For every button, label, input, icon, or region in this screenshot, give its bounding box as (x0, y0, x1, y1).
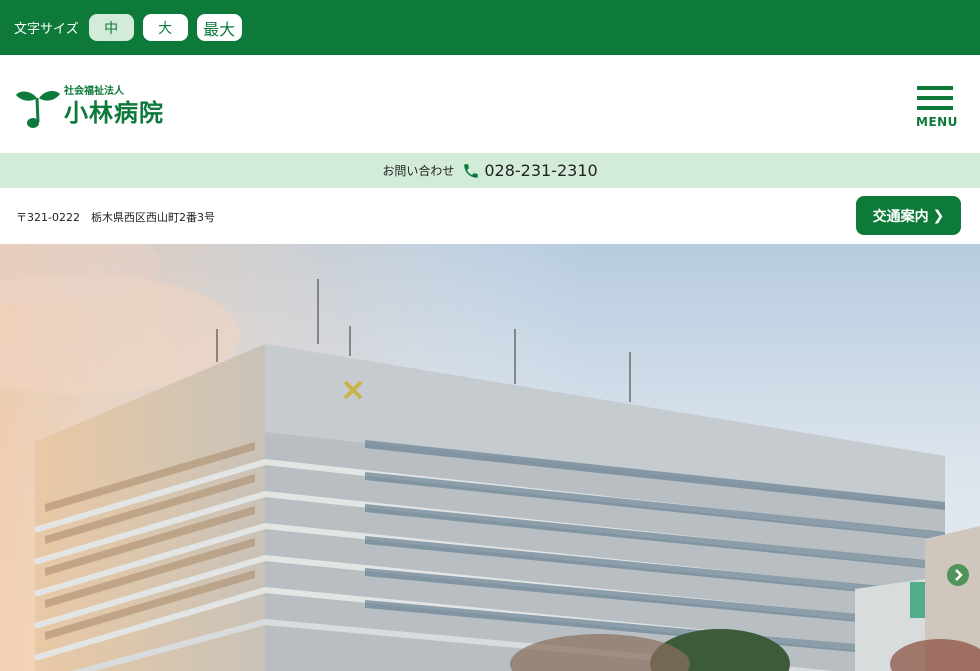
hero-image (0, 244, 980, 671)
font-size-label: 文字サイズ (14, 22, 79, 37)
phone-number-link[interactable]: 028-231-2310 (484, 161, 597, 180)
site-logo[interactable]: 社会福祉法人 小林病院 (16, 86, 164, 130)
hamburger-icon (916, 86, 954, 110)
address-text: 〒321-0222 栃木県西区西山町2番3号 (16, 211, 215, 224)
site-header: 社会福祉法人 小林病院 MENU (0, 55, 980, 153)
chevron-right-icon: ❯ (932, 207, 945, 224)
address-row: 〒321-0222 栃木県西区西山町2番3号 交通案内 ❯ (0, 188, 980, 244)
phone-icon (464, 163, 479, 178)
contact-label: お問い合わせ (382, 164, 455, 178)
org-type: 社会福祉法人 (64, 86, 124, 97)
hospital-building-photo (0, 244, 980, 671)
contact-strip: お問い合わせ 028-231-2310 (0, 153, 980, 188)
chevron-right-circle-icon[interactable] (946, 563, 970, 587)
menu-label: MENU (916, 115, 958, 129)
font-size-large-button[interactable]: 大 (142, 14, 188, 41)
sprout-icon (16, 91, 60, 128)
font-size-bar: 文字サイズ 中 大 最大 (0, 0, 980, 55)
font-size-max-button[interactable]: 最大 (196, 14, 242, 41)
access-button[interactable]: 交通案内 ❯ (856, 196, 961, 235)
access-button-label: 交通案内 (872, 208, 929, 225)
menu-button[interactable]: MENU (916, 86, 958, 129)
font-size-medium-button[interactable]: 中 (88, 14, 134, 41)
hospital-name: 小林病院 (64, 99, 164, 127)
